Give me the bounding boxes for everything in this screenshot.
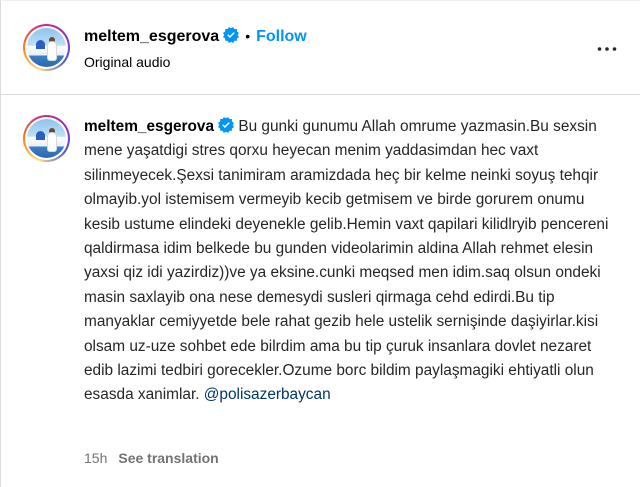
caption-username[interactable]: meltem_esgerova	[84, 118, 214, 135]
more-horizontal-icon[interactable]	[595, 37, 619, 61]
caption-avatar[interactable]	[23, 115, 70, 162]
original-audio-link[interactable]: Original audio	[84, 54, 170, 70]
verified-badge-icon	[223, 27, 240, 43]
avatar[interactable]	[23, 24, 70, 71]
caption-text: Bu gunki gunumu Allah omrume yazmasin.Bu…	[84, 118, 609, 404]
verified-badge-icon	[218, 117, 235, 133]
header-name-row: meltem_esgerova • Follow	[84, 27, 307, 46]
follow-button[interactable]: Follow	[256, 28, 307, 45]
post-panel: meltem_esgerova • Follow Original audio m…	[0, 0, 640, 487]
header-username[interactable]: meltem_esgerova	[84, 28, 219, 45]
caption-meta: 15h See translation	[84, 450, 219, 466]
post-header: meltem_esgerova • Follow Original audio	[1, 1, 640, 95]
mention-link[interactable]: @polisazerbaycan	[204, 386, 331, 403]
caption: meltem_esgerova Bu gunki gunumu Allah om…	[84, 115, 614, 408]
separator-dot: •	[245, 28, 251, 44]
avatar-photo	[27, 119, 66, 158]
see-translation-button[interactable]: See translation	[118, 450, 218, 466]
timestamp[interactable]: 15h	[84, 450, 107, 466]
avatar-photo	[27, 28, 66, 67]
